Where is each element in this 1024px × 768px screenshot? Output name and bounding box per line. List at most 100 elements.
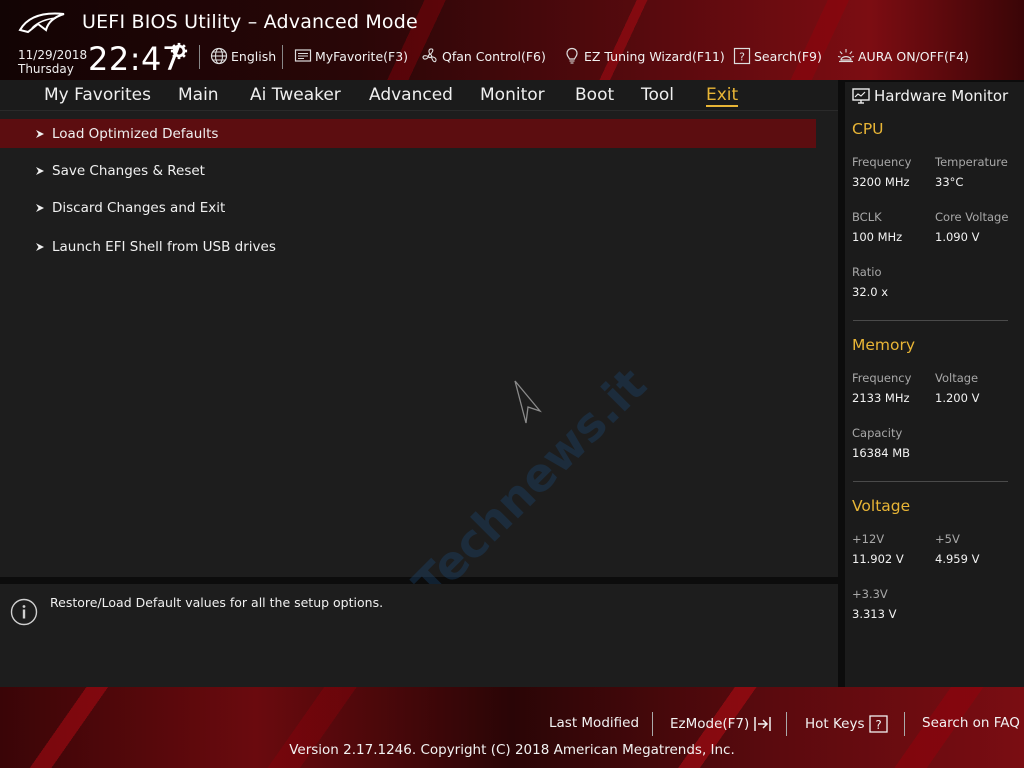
- header-separator: [199, 45, 200, 69]
- chevron-right-icon: [36, 166, 44, 175]
- memory-capacity-label: Capacity: [852, 426, 903, 440]
- tab-my-favorites[interactable]: My Favorites: [44, 85, 151, 105]
- bclk-value: 100 MHz: [852, 230, 903, 244]
- search-faq-label: Search on FAQ: [922, 715, 1020, 731]
- ezmode-button[interactable]: EzMode(F7): [670, 715, 773, 733]
- tab-exit[interactable]: Exit: [706, 85, 739, 107]
- copyright-text: Version 2.17.1246. Copyright (C) 2018 Am…: [289, 742, 735, 758]
- cpu-heading: CPU: [852, 120, 884, 138]
- help-description: Restore/Load Default values for all the …: [50, 595, 384, 610]
- ratio-label: Ratio: [852, 265, 882, 279]
- cpu-temperature-label: Temperature: [935, 155, 1008, 169]
- v12-value: 11.902 V: [852, 552, 904, 566]
- ratio-value: 32.0 x: [852, 285, 889, 299]
- v33-value: 3.313 V: [852, 607, 897, 621]
- qfan-control-button[interactable]: Qfan Control(F6): [421, 46, 546, 66]
- aura-toggle-button[interactable]: AURA ON/OFF(F4): [837, 46, 969, 66]
- search-faq-button[interactable]: Search on FAQ: [922, 715, 1020, 731]
- svg-text:?: ?: [875, 718, 881, 732]
- exit-arrow-icon: [754, 717, 772, 731]
- memory-frequency-label: Frequency: [852, 371, 912, 385]
- menu-item-label: Discard Changes and Exit: [52, 199, 226, 216]
- language-button[interactable]: English: [210, 46, 276, 66]
- favorite-list-icon: [294, 49, 312, 62]
- header-separator: [282, 45, 283, 69]
- footer-separator: [652, 712, 653, 736]
- mouse-pointer-icon: [514, 380, 542, 424]
- tab-ai-tweaker[interactable]: Ai Tweaker: [250, 85, 341, 105]
- tab-tool[interactable]: Tool: [641, 85, 674, 105]
- hot-keys-button[interactable]: Hot Keys ?: [805, 715, 889, 733]
- cpu-temperature-value: 33°C: [935, 175, 964, 189]
- app-title: UEFI BIOS Utility – Advanced Mode: [82, 11, 418, 33]
- day-display: Thursday: [18, 62, 74, 76]
- memory-voltage-label: Voltage: [935, 371, 979, 385]
- cpu-frequency-label: Frequency: [852, 155, 912, 169]
- last-modified-button[interactable]: Last Modified: [549, 715, 639, 731]
- section-divider: [853, 320, 1008, 321]
- chevron-right-icon: [36, 242, 44, 251]
- help-question-icon: ?: [868, 715, 888, 733]
- save-changes-reset-item[interactable]: Save Changes & Reset: [0, 156, 816, 185]
- core-voltage-label: Core Voltage: [935, 210, 1009, 224]
- footer-separator: [786, 712, 787, 736]
- bclk-label: BCLK: [852, 210, 882, 224]
- rog-logo-icon: [18, 12, 65, 34]
- date-display: 11/29/2018: [18, 48, 88, 62]
- info-icon: [10, 598, 38, 626]
- core-voltage-value: 1.090 V: [935, 230, 980, 244]
- ez-tuning-wizard-label: EZ Tuning Wizard(F11): [584, 48, 725, 64]
- v33-label: +3.3V: [852, 587, 888, 601]
- monitor-icon: [852, 88, 870, 104]
- main-tab-bar: My Favorites Main Ai Tweaker Advanced Mo…: [0, 80, 838, 111]
- footer-separator: [904, 712, 905, 736]
- ezmode-label: EzMode(F7): [670, 716, 750, 732]
- watermark-text: Technews.it: [402, 357, 656, 611]
- memory-voltage-value: 1.200 V: [935, 391, 980, 405]
- memory-capacity-value: 16384 MB: [852, 446, 911, 460]
- language-label: English: [231, 48, 277, 64]
- chevron-right-icon: [36, 203, 44, 212]
- tab-monitor[interactable]: Monitor: [480, 85, 545, 105]
- lightbulb-icon: [566, 47, 578, 64]
- aura-toggle-label: AURA ON/OFF(F4): [858, 48, 969, 64]
- ez-tuning-wizard-button[interactable]: EZ Tuning Wizard(F11): [563, 46, 725, 66]
- menu-item-label: Save Changes & Reset: [52, 162, 205, 179]
- clock-display[interactable]: 22:47: [88, 40, 183, 78]
- memory-frequency-value: 2133 MHz: [852, 391, 910, 405]
- load-optimized-defaults-item[interactable]: Load Optimized Defaults: [0, 119, 816, 148]
- last-modified-label: Last Modified: [549, 715, 640, 731]
- help-panel: Restore/Load Default values for all the …: [0, 584, 838, 687]
- svg-text:?: ?: [739, 51, 745, 64]
- menu-item-label: Launch EFI Shell from USB drives: [52, 238, 276, 255]
- v5-value: 4.959 V: [935, 552, 980, 566]
- search-label: Search(F9): [754, 48, 822, 64]
- v12-label: +12V: [852, 532, 885, 546]
- fan-icon: [422, 48, 437, 63]
- hardware-monitor-title-label: Hardware Monitor: [874, 87, 1009, 105]
- qfan-control-label: Qfan Control(F6): [442, 48, 546, 64]
- chevron-right-icon: [36, 129, 44, 138]
- launch-efi-shell-item[interactable]: Launch EFI Shell from USB drives: [0, 232, 816, 261]
- search-button[interactable]: ? Search(F9): [733, 46, 822, 66]
- hot-keys-label: Hot Keys: [805, 716, 865, 732]
- aura-light-icon: [837, 49, 855, 63]
- voltage-heading: Voltage: [852, 497, 911, 515]
- myfavorite-label: MyFavorite(F3): [315, 48, 409, 64]
- exit-options-panel: Load Optimized Defaults Save Changes & R…: [0, 111, 838, 611]
- section-divider: [853, 481, 1008, 482]
- footer-bar: Last Modified EzMode(F7) Hot Keys ? Sear…: [0, 687, 1024, 768]
- tab-boot[interactable]: Boot: [575, 85, 614, 105]
- myfavorite-button[interactable]: MyFavorite(F3): [294, 46, 408, 66]
- help-question-icon: ?: [733, 47, 751, 65]
- v5-label: +5V: [935, 532, 960, 546]
- globe-icon: [210, 47, 228, 65]
- tab-main[interactable]: Main: [178, 85, 219, 105]
- memory-heading: Memory: [852, 336, 916, 354]
- cpu-frequency-value: 3200 MHz: [852, 175, 910, 189]
- discard-changes-exit-item[interactable]: Discard Changes and Exit: [0, 193, 816, 222]
- clock-settings-gear-icon[interactable]: [170, 42, 188, 60]
- hardware-monitor-panel: Hardware Monitor CPU Frequency 3200 MHz …: [845, 82, 1024, 687]
- tab-advanced[interactable]: Advanced: [369, 85, 453, 105]
- menu-item-label: Load Optimized Defaults: [52, 125, 219, 142]
